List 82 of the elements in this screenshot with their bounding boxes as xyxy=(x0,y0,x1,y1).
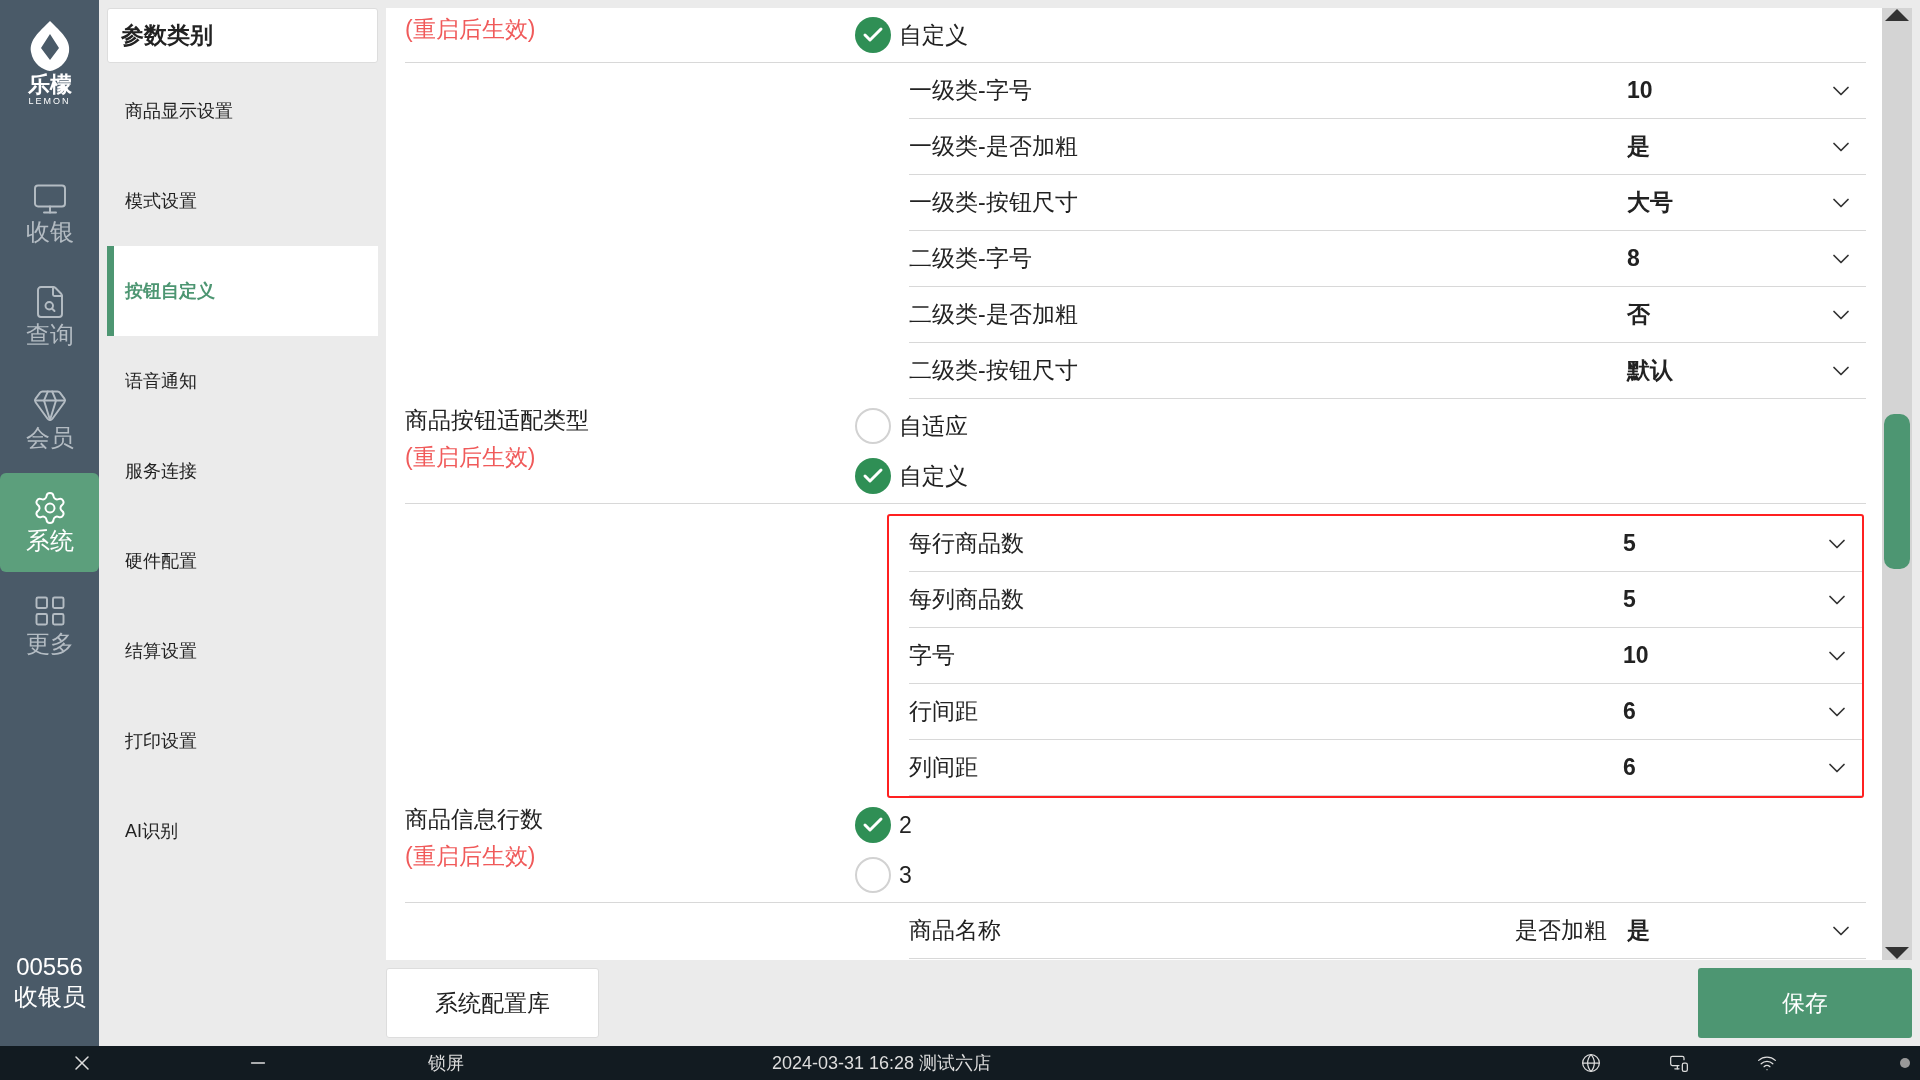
radio-label: 自定义 xyxy=(899,20,968,50)
nav-item[interactable]: 收银 xyxy=(0,164,99,263)
user-id: 00556 xyxy=(16,952,83,982)
setting-value: 否 xyxy=(1627,300,1650,329)
scrollbar[interactable] xyxy=(1882,8,1912,960)
setting-value: 6 xyxy=(1623,698,1636,725)
setting-dropdown[interactable]: 二级类-字号 8 xyxy=(909,231,1866,287)
setting-label: 列间距 xyxy=(909,753,978,782)
setting-value: 5 xyxy=(1623,586,1636,613)
group-label: 商品信息行数 xyxy=(405,805,543,834)
nav-item[interactable]: 查询 xyxy=(0,267,99,366)
globe-icon[interactable] xyxy=(1581,1053,1602,1073)
logo-subtitle: LEMON xyxy=(28,96,71,107)
logo-name: 乐檬 xyxy=(27,74,72,96)
setting-value: 默认 xyxy=(1627,356,1673,385)
radio-button[interactable] xyxy=(855,857,891,893)
restart-note: (重启后生效) xyxy=(405,443,536,472)
category-item[interactable]: 商品显示设置 xyxy=(107,66,378,156)
status-text: 2024-03-31 16:28 测试六店 xyxy=(772,1052,992,1075)
setting-dropdown[interactable]: 一级类-字号 10 xyxy=(909,63,1866,119)
setting-sublabel: 是否加粗 xyxy=(1515,916,1607,945)
restart-note: (重启后生效) xyxy=(405,15,536,44)
setting-dropdown[interactable]: 行间距 6 xyxy=(909,684,1862,740)
radio-label: 3 xyxy=(899,861,912,889)
setting-label: 二级类-是否加粗 xyxy=(909,300,1078,329)
setting-label: 一级类-字号 xyxy=(909,76,1032,105)
setting-dropdown[interactable]: 二级类-按钮尺寸 默认 xyxy=(909,343,1866,399)
setting-value: 大号 xyxy=(1627,188,1673,217)
setting-label: 每行商品数 xyxy=(909,529,1024,558)
setting-dropdown[interactable]: 字号 10 xyxy=(909,628,1862,684)
save-button[interactable]: 保存 xyxy=(1698,968,1912,1038)
radio-button[interactable] xyxy=(855,408,891,444)
setting-label: 一级类-是否加粗 xyxy=(909,132,1078,161)
scroll-thumb[interactable] xyxy=(1884,414,1910,569)
radio-label: 自定义 xyxy=(899,461,968,491)
leaf-logo-icon xyxy=(28,20,71,72)
setting-dropdown[interactable]: 列间距 6 xyxy=(909,740,1862,796)
nav-item[interactable]: 更多 xyxy=(0,576,99,675)
setting-label: 字号 xyxy=(909,641,955,670)
setting-dropdown[interactable]: 商品名称 是否加粗 是 xyxy=(909,903,1866,959)
radio-button[interactable] xyxy=(855,458,891,494)
setting-label: 二级类-按钮尺寸 xyxy=(909,356,1078,385)
category-item[interactable]: AI识别 xyxy=(107,786,378,876)
group-label: 商品按钮适配类型 xyxy=(405,406,589,435)
setting-value: 10 xyxy=(1627,77,1653,104)
setting-dropdown[interactable]: 每行商品数 5 xyxy=(909,516,1862,572)
setting-label: 每列商品数 xyxy=(909,585,1024,614)
setting-label: 一级类-按钮尺寸 xyxy=(909,188,1078,217)
category-item[interactable]: 语音通知 xyxy=(107,336,378,426)
category-item[interactable]: 打印设置 xyxy=(107,696,378,786)
setting-value: 8 xyxy=(1627,245,1640,272)
nav-item[interactable]: 会员 xyxy=(0,370,99,469)
radio-label: 2 xyxy=(899,811,912,839)
radio-button[interactable] xyxy=(855,807,891,843)
lock-screen-link[interactable]: 锁屏 xyxy=(428,1051,464,1075)
setting-label: 二级类-字号 xyxy=(909,244,1032,273)
category-item[interactable]: 服务连接 xyxy=(107,426,378,516)
category-item[interactable]: 结算设置 xyxy=(107,606,378,696)
category-header: 参数类别 xyxy=(107,8,378,63)
scroll-down-icon[interactable] xyxy=(1884,946,1910,960)
config-library-button[interactable]: 系统配置库 xyxy=(386,968,599,1038)
setting-value: 5 xyxy=(1623,530,1636,557)
scroll-up-icon[interactable] xyxy=(1884,8,1910,22)
radio-label: 自适应 xyxy=(899,411,968,441)
setting-label: 商品名称 xyxy=(909,916,1001,945)
setting-dropdown[interactable]: 每列商品数 5 xyxy=(909,572,1862,628)
radio-button[interactable] xyxy=(855,17,891,53)
setting-value: 是 xyxy=(1627,916,1650,945)
setting-dropdown[interactable]: 一级类-按钮尺寸 大号 xyxy=(909,175,1866,231)
category-item[interactable]: 硬件配置 xyxy=(107,516,378,606)
setting-dropdown[interactable]: 一级类-是否加粗 是 xyxy=(909,119,1866,175)
setting-value: 是 xyxy=(1627,132,1650,161)
user-role: 收银员 xyxy=(13,982,86,1012)
category-item[interactable]: 按钮自定义 xyxy=(107,246,378,336)
setting-value: 6 xyxy=(1623,754,1636,781)
setting-dropdown[interactable]: 二级类-是否加粗 否 xyxy=(909,287,1866,343)
monitor-icon[interactable] xyxy=(1669,1053,1690,1073)
status-dot-icon xyxy=(1900,1058,1910,1068)
setting-value: 10 xyxy=(1623,642,1649,669)
category-item[interactable]: 模式设置 xyxy=(107,156,378,246)
restart-note: (重启后生效) xyxy=(405,842,536,871)
setting-label: 行间距 xyxy=(909,697,978,726)
